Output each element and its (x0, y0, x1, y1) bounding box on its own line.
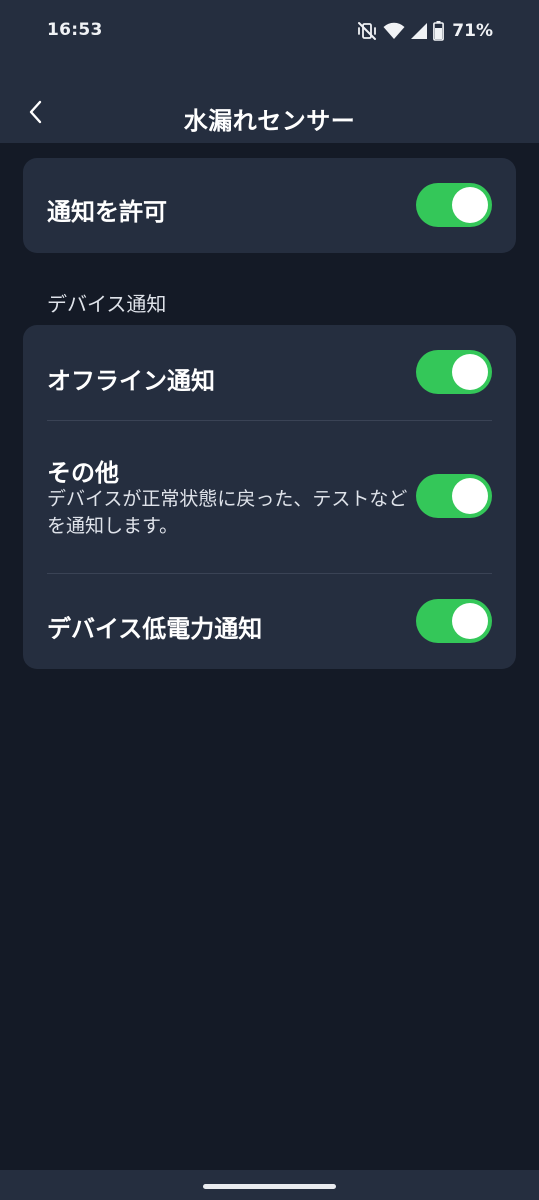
toggle-knob (452, 187, 488, 223)
wifi-icon (383, 22, 405, 40)
toggle-knob (452, 354, 488, 390)
status-bar: 16:53 71% (0, 0, 539, 62)
screen: 16:53 71% 水漏れセンサー 通知を許可 デバイス通知 オフライン通知 そ… (0, 0, 539, 1200)
toggle-knob (452, 478, 488, 514)
mute-vibrate-icon (357, 21, 377, 41)
low-power-notification-row[interactable]: デバイス低電力通知 (23, 574, 516, 669)
home-indicator[interactable] (203, 1184, 336, 1189)
battery-percent: 71% (452, 21, 493, 41)
allow-notifications-card: 通知を許可 (23, 158, 516, 253)
other-notification-description: デバイスが正常状態に戻った、テストなどを通知します。 (47, 488, 408, 537)
allow-notifications-toggle[interactable] (416, 183, 492, 227)
other-notification-toggle[interactable] (416, 474, 492, 518)
navigation-bar (0, 1170, 539, 1200)
status-icons: 71% (357, 20, 493, 42)
page-title: 水漏れセンサー (183, 107, 356, 135)
other-notification-row[interactable]: その他 デバイスが正常状態に戻った、テストなどを通知します。 (23, 421, 516, 573)
signal-icon (411, 22, 428, 40)
offline-notification-toggle[interactable] (416, 350, 492, 394)
allow-notifications-row[interactable]: 通知を許可 (23, 158, 516, 253)
offline-notification-row[interactable]: オフライン通知 (23, 325, 516, 420)
other-notification-label: その他 (47, 459, 119, 487)
status-time: 16:53 (47, 20, 103, 40)
offline-notification-label: オフライン通知 (47, 367, 215, 395)
battery-icon (433, 21, 445, 41)
allow-notifications-label: 通知を許可 (47, 198, 167, 226)
low-power-notification-toggle[interactable] (416, 599, 492, 643)
device-notifications-header: デバイス通知 (47, 292, 167, 316)
header-area: 16:53 71% 水漏れセンサー (0, 0, 539, 143)
toggle-knob (452, 603, 488, 639)
app-bar: 水漏れセンサー (0, 88, 539, 143)
device-notifications-card: オフライン通知 その他 デバイスが正常状態に戻った、テストなどを通知します。 デ… (23, 325, 516, 669)
low-power-notification-label: デバイス低電力通知 (47, 615, 263, 643)
